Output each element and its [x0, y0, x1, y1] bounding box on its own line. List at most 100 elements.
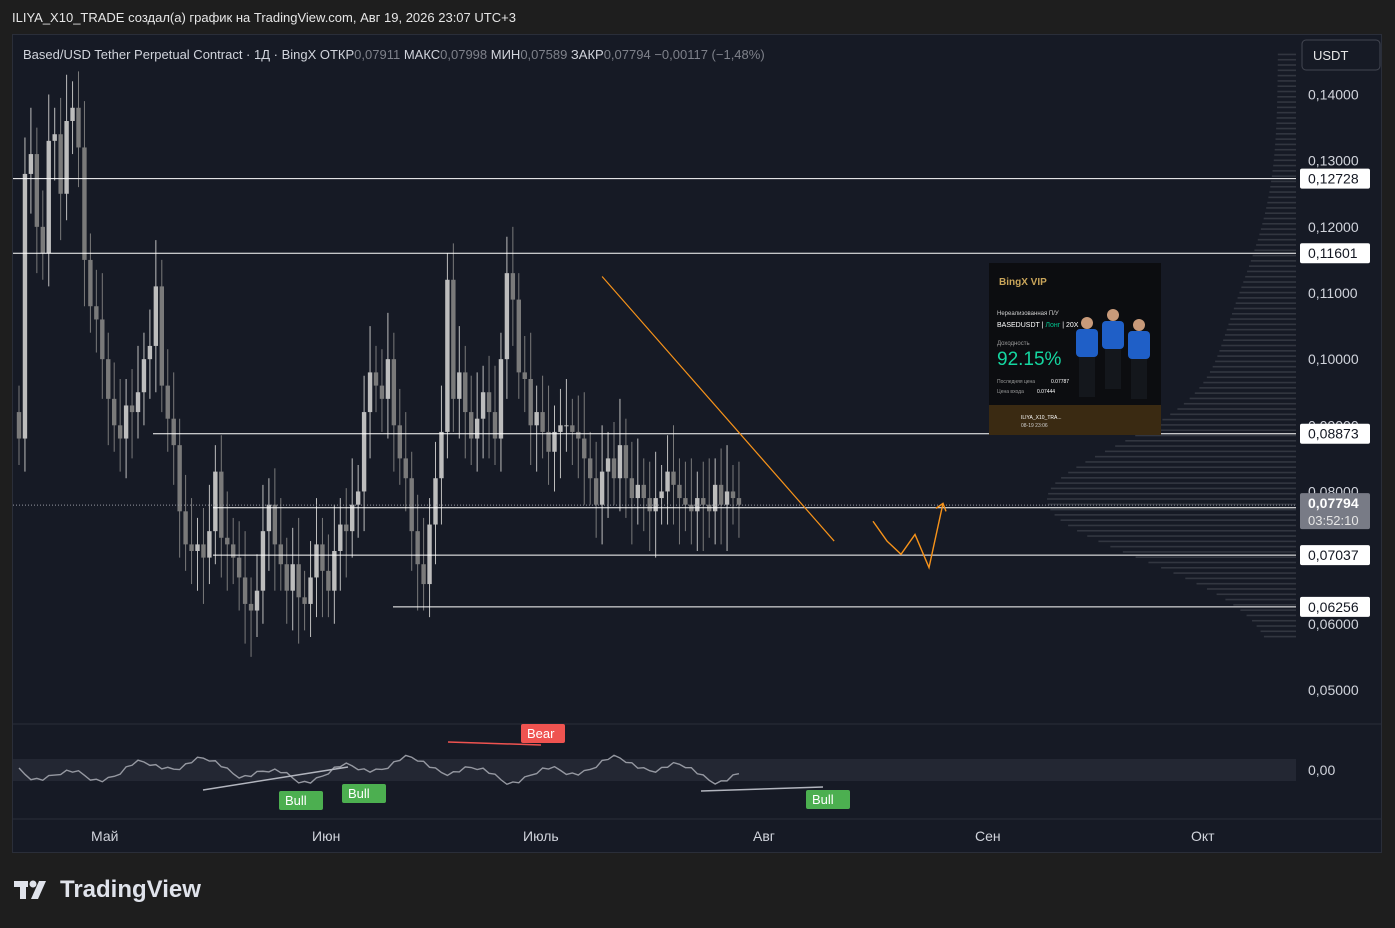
volume-profile-bar — [1189, 397, 1296, 400]
candle — [712, 458, 718, 545]
volume-profile-bar — [1241, 286, 1296, 289]
volume-profile-bar — [1271, 175, 1296, 177]
legend-low-label: МИН — [491, 47, 521, 62]
candle-body — [106, 359, 111, 399]
candle — [439, 385, 444, 525]
candle-body — [385, 359, 391, 399]
volume-profile-bar — [1228, 323, 1296, 326]
candle-body — [58, 134, 63, 194]
y-tick-label: 0,05000 — [1308, 682, 1359, 698]
figure-body — [1076, 329, 1098, 357]
candle-body — [492, 412, 498, 439]
volume-profile-bar — [1243, 281, 1296, 283]
candle — [296, 517, 301, 644]
trendline — [601, 276, 835, 542]
candle-body — [415, 531, 420, 565]
candle — [552, 405, 557, 492]
candle — [135, 345, 141, 439]
candle-body — [671, 471, 676, 485]
candle-body — [326, 570, 331, 591]
candle — [665, 435, 670, 525]
candle-body — [427, 524, 432, 585]
candle-body — [528, 379, 533, 426]
candle — [730, 465, 736, 525]
volume-profile-bar — [1162, 418, 1296, 421]
candle-body — [272, 504, 278, 545]
candle — [28, 107, 34, 214]
volume-profile-bar — [1233, 307, 1296, 310]
candle — [58, 97, 63, 241]
volume-profile-bar — [1054, 514, 1296, 516]
volume-profile-bar — [1068, 471, 1296, 474]
card-brand: BingX VIP — [999, 277, 1047, 288]
candle — [689, 458, 694, 545]
candle — [724, 445, 730, 551]
volume-profile-bar — [1273, 159, 1296, 162]
candle-body — [195, 544, 200, 551]
candle-body — [189, 544, 194, 551]
candle-body — [183, 511, 188, 545]
candle — [570, 398, 575, 465]
candle-body — [266, 504, 272, 532]
candle-body — [510, 273, 516, 300]
level-badge-label: 0,08873 — [1308, 426, 1359, 442]
volume-profile-bar — [1055, 482, 1296, 484]
candle — [457, 326, 462, 439]
candle — [153, 240, 159, 393]
candle-body — [34, 154, 40, 227]
legend-open: 0,07911 — [354, 47, 404, 62]
volume-profile-bar — [1277, 69, 1296, 72]
candle-body — [284, 564, 289, 591]
candle — [421, 517, 426, 611]
candle-body — [171, 418, 176, 446]
candle-body — [599, 471, 605, 505]
candle — [451, 243, 456, 432]
candle-body — [635, 484, 640, 499]
candle — [123, 379, 129, 479]
candle — [284, 537, 289, 624]
volume-profile-bar — [1122, 551, 1296, 553]
candle-body — [421, 564, 426, 585]
candle — [201, 508, 206, 604]
volume-profile-bar — [1277, 58, 1296, 61]
volume-profile-bar — [1276, 127, 1296, 130]
volume-profile-bar — [1275, 133, 1296, 135]
volume-profile-bar — [1173, 572, 1296, 574]
volume-profile-bar — [1276, 111, 1296, 114]
candle-body — [219, 471, 224, 538]
candle — [415, 494, 420, 611]
candle-body — [94, 306, 99, 320]
figure-head — [1133, 319, 1145, 331]
candle-body — [112, 398, 117, 426]
candle — [141, 332, 147, 426]
candle — [40, 190, 45, 280]
candle-body — [629, 478, 635, 499]
candle — [498, 332, 504, 472]
byline: ILIYA_X10_TRADE создал(а) график на Trad… — [12, 10, 516, 25]
candle — [564, 379, 569, 452]
figure-legs — [1105, 349, 1121, 389]
volume-profile-bar — [1260, 630, 1296, 633]
card-pair: BASEDUSDT | — [997, 322, 1045, 329]
card-pnl: 92.15% — [997, 349, 1062, 370]
candle — [463, 345, 468, 459]
candle — [504, 236, 510, 399]
candle-body — [486, 392, 492, 413]
candle — [385, 312, 391, 439]
volume-profile-bar — [1274, 154, 1296, 156]
volume-profile-bar — [1257, 238, 1296, 241]
volume-profile-bar — [1224, 334, 1296, 336]
candle — [82, 101, 87, 307]
price-chart[interactable]: Based/USD Tether Perpetual Contract · 1Д… — [13, 35, 1381, 852]
candle-body — [46, 140, 51, 254]
candle — [177, 418, 182, 558]
candle-body — [361, 412, 367, 492]
volume-profile-bar — [1263, 217, 1296, 220]
volume-profile-bar — [1246, 614, 1296, 617]
card-subtitle: Нереализованная П/У — [997, 311, 1059, 317]
volume-profile-bar — [1277, 80, 1296, 82]
signal-label: Bull — [348, 786, 370, 801]
candle — [52, 107, 57, 181]
tradingview-logo-icon — [14, 880, 46, 899]
candle — [492, 365, 498, 465]
